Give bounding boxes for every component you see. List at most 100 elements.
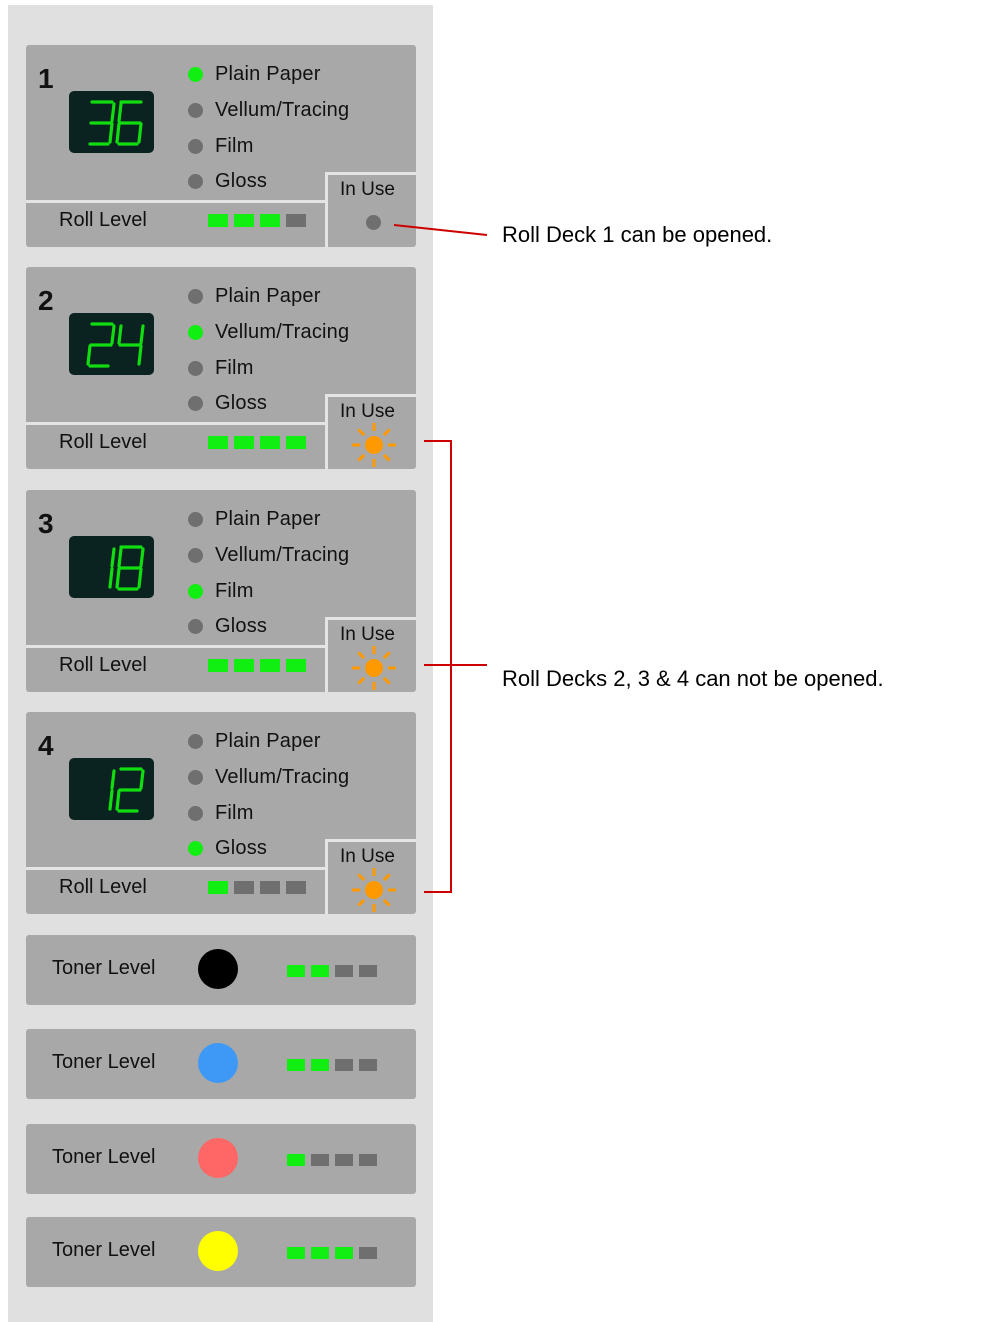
media-led-off-icon	[188, 289, 203, 305]
toner-level-segment	[335, 1154, 353, 1166]
toner-panel: Toner Level	[26, 1217, 416, 1287]
roll-level-meter	[208, 436, 306, 449]
media-option: Film	[188, 128, 349, 164]
in-use-off-icon	[366, 215, 381, 230]
roll-level-segment	[286, 659, 306, 672]
divider	[26, 200, 328, 203]
toner-color-icon	[198, 1043, 238, 1083]
media-led-off-icon	[188, 770, 203, 786]
toner-level-segment	[311, 965, 329, 977]
media-label: Film	[215, 579, 254, 602]
media-led-off-icon	[188, 512, 203, 528]
roll-level-meter	[208, 659, 306, 672]
sheet-count-display	[69, 313, 154, 375]
divider	[26, 867, 328, 870]
roll-level-segment	[260, 881, 280, 894]
deck-number: 2	[38, 285, 54, 316]
toner-level-segment	[359, 965, 377, 977]
callout-decks234: Roll Decks 2, 3 & 4 can not be opened.	[502, 666, 884, 691]
divider	[26, 422, 328, 425]
deck-number: 4	[38, 730, 54, 761]
media-label: Film	[215, 134, 254, 157]
roll-level-segment	[208, 436, 228, 449]
divider	[325, 172, 328, 247]
media-label: Gloss	[215, 837, 268, 860]
roll-level-meter	[208, 214, 306, 227]
divider	[325, 839, 328, 914]
toner-panel: Toner Level	[26, 1029, 416, 1099]
sheet-count-display	[69, 758, 154, 820]
toner-level-segment	[287, 1154, 305, 1166]
media-option: Vellum/Tracing	[188, 760, 349, 796]
divider	[325, 394, 416, 397]
media-option: Film	[188, 350, 349, 386]
media-led-on-icon	[188, 583, 203, 599]
sheet-count-display	[69, 536, 154, 598]
toner-level-segment	[311, 1154, 329, 1166]
toner-level-meter	[287, 965, 377, 977]
media-option: Film	[188, 573, 349, 609]
roll-level-segment	[286, 436, 306, 449]
media-option: Vellum/Tracing	[188, 538, 349, 574]
in-use-active-icon	[344, 860, 404, 920]
media-option: Plain Paper	[188, 279, 349, 315]
toner-level-segment	[335, 965, 353, 977]
media-label: Plain Paper	[215, 508, 321, 531]
callout-deck1: Roll Deck 1 can be opened.	[502, 222, 773, 247]
media-led-off-icon	[188, 360, 203, 376]
media-led-off-icon	[188, 138, 203, 154]
toner-level-meter	[287, 1247, 377, 1259]
toner-level-segment	[287, 965, 305, 977]
media-led-off-icon	[188, 103, 203, 119]
media-led-on-icon	[188, 841, 203, 857]
divider	[325, 394, 328, 469]
toner-level-segment	[311, 1059, 329, 1071]
media-label: Vellum/Tracing	[215, 544, 350, 567]
media-led-off-icon	[188, 734, 203, 750]
media-option: Vellum/Tracing	[188, 93, 349, 129]
toner-color-icon	[198, 1231, 238, 1271]
media-label: Gloss	[215, 615, 268, 638]
toner-level-label: Toner Level	[52, 957, 156, 979]
roll-deck-3: 3 Plain Paper Vellum/Tracing Film Gloss …	[26, 490, 416, 692]
media-label: Vellum/Tracing	[215, 321, 350, 344]
toner-level-segment	[359, 1059, 377, 1071]
roll-level-segment	[260, 436, 280, 449]
media-led-off-icon	[188, 548, 203, 564]
roll-level-segment	[208, 659, 228, 672]
roll-level-label: Roll Level	[59, 209, 147, 231]
media-option: Plain Paper	[188, 57, 349, 93]
in-use-active-icon	[344, 638, 404, 698]
toner-color-icon	[198, 1138, 238, 1178]
in-use-label: In Use	[340, 179, 395, 200]
roll-level-meter	[208, 881, 306, 894]
media-led-on-icon	[188, 67, 203, 83]
roll-level-segment	[286, 214, 306, 227]
media-label: Vellum/Tracing	[215, 99, 350, 122]
roll-level-segment	[260, 214, 280, 227]
toner-level-segment	[335, 1247, 353, 1259]
divider	[325, 172, 416, 175]
media-label: Gloss	[215, 392, 268, 415]
media-led-off-icon	[188, 396, 203, 412]
media-label: Plain Paper	[215, 63, 321, 86]
toner-level-segment	[311, 1247, 329, 1259]
toner-level-segment	[359, 1247, 377, 1259]
media-label: Film	[215, 801, 254, 824]
roll-level-label: Roll Level	[59, 654, 147, 676]
divider	[325, 617, 328, 692]
roll-level-segment	[208, 881, 228, 894]
roll-level-segment	[260, 659, 280, 672]
roll-level-label: Roll Level	[59, 876, 147, 898]
toner-level-label: Toner Level	[52, 1146, 156, 1168]
deck-number: 3	[38, 508, 54, 539]
media-option: Plain Paper	[188, 502, 349, 538]
toner-color-icon	[198, 949, 238, 989]
toner-panel: Toner Level	[26, 935, 416, 1005]
media-led-off-icon	[188, 805, 203, 821]
roll-level-segment	[234, 881, 254, 894]
media-label: Plain Paper	[215, 285, 321, 308]
media-led-on-icon	[188, 325, 203, 341]
roll-level-segment	[286, 881, 306, 894]
media-option: Vellum/Tracing	[188, 315, 349, 351]
